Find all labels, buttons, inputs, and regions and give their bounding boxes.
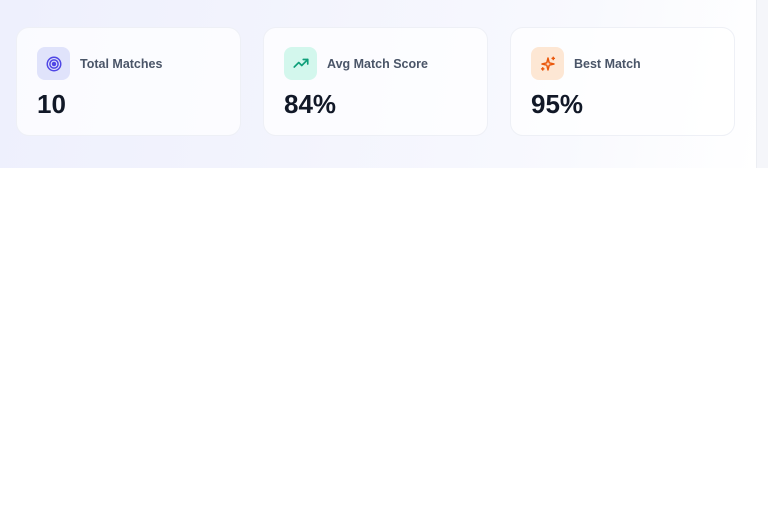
stat-card-best-match: Best Match 95% [510, 27, 735, 136]
target-icon [46, 56, 61, 71]
scrollbar-track[interactable] [756, 0, 768, 168]
stat-value: 95% [531, 89, 584, 119]
sparkles-icon [540, 56, 555, 71]
trending-up-icon [292, 58, 309, 68]
total-matches-icon-tile [37, 47, 70, 80]
stat-label: Total Matches [80, 57, 163, 71]
stat-value: 84% [284, 89, 337, 119]
stat-label: Avg Match Score [327, 57, 428, 71]
dashboard-page: Total Matches 10 Avg Match Score 84% Bes… [0, 0, 768, 513]
stat-card-total-matches: Total Matches 10 [16, 27, 241, 136]
stats-banner: Total Matches 10 Avg Match Score 84% Bes… [0, 0, 756, 168]
stat-value: 10 [37, 89, 66, 119]
stat-label: Best Match [574, 57, 641, 71]
best-match-icon-tile [531, 47, 564, 80]
avg-match-score-icon-tile [284, 47, 317, 80]
stat-card-avg-match-score: Avg Match Score 84% [263, 27, 488, 136]
